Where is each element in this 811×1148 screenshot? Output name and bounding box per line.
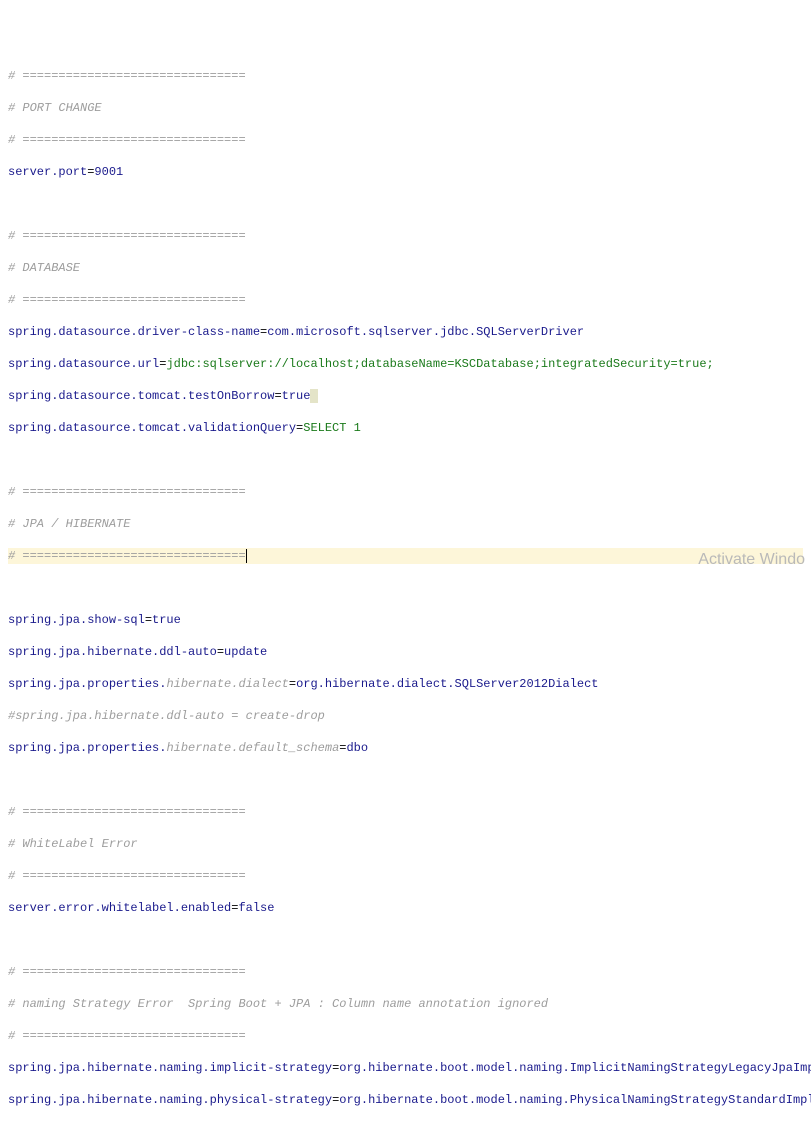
- comment-title-naming: # naming Strategy Error Spring Boot + JP…: [8, 997, 548, 1011]
- prop-key: spring.jpa.hibernate.naming.physical-str…: [8, 1093, 332, 1107]
- prop-value: com.microsoft.sqlserver.jdbc.SQLServerDr…: [267, 325, 584, 339]
- prop-hibernate-dialect[interactable]: spring.jpa.properties.hibernate.dialect=…: [8, 676, 803, 692]
- prop-key: spring.datasource.driver-class-name: [8, 325, 260, 339]
- prop-naming-physical[interactable]: spring.jpa.hibernate.naming.physical-str…: [8, 1092, 803, 1108]
- prop-driver-class[interactable]: spring.datasource.driver-class-name=com.…: [8, 324, 803, 340]
- prop-value: false: [238, 901, 274, 915]
- prop-key: server.port: [8, 165, 87, 179]
- text-cursor: [246, 549, 247, 563]
- prop-value: update: [224, 645, 267, 659]
- equals-sign: =: [332, 1061, 339, 1075]
- comment-sep: # ===============================: [8, 805, 246, 819]
- prop-key: spring.datasource.url: [8, 357, 159, 371]
- equals-sign: =: [217, 645, 224, 659]
- prop-value: true: [282, 389, 311, 403]
- comment-ddl-auto: #spring.jpa.hibernate.ddl-auto = create-…: [8, 709, 325, 723]
- comment-sep: # ===============================: [8, 293, 246, 307]
- prop-key: spring.jpa.hibernate.ddl-auto: [8, 645, 217, 659]
- windows-activation-watermark: Activate Windo: [698, 552, 805, 568]
- prop-key: spring.jpa.hibernate.naming.implicit-str…: [8, 1061, 332, 1075]
- equals-sign: =: [339, 741, 346, 755]
- comment-title-jpa: # JPA / HIBERNATE: [8, 517, 130, 531]
- comment-sep: # ===============================: [8, 549, 246, 563]
- prop-value: org.hibernate.boot.model.naming.Implicit…: [339, 1061, 811, 1075]
- comment-sep: # ===============================: [8, 69, 246, 83]
- prop-value: true: [152, 613, 181, 627]
- comment-sep: # ===============================: [8, 869, 246, 883]
- prop-key: server.error.whitelabel.enabled: [8, 901, 231, 915]
- prop-datasource-url[interactable]: spring.datasource.url=jdbc:sqlserver://l…: [8, 356, 803, 372]
- prop-value: jdbc:sqlserver://localhost;databaseName=…: [166, 357, 713, 371]
- prop-key-italic: hibernate.dialect: [166, 677, 288, 691]
- equals-sign: =: [332, 1093, 339, 1107]
- comment-sep: # ===============================: [8, 133, 246, 147]
- prop-key: spring.jpa.properties.: [8, 677, 166, 691]
- prop-key: spring.datasource.tomcat.validationQuery: [8, 421, 296, 435]
- equals-sign: =: [274, 389, 281, 403]
- prop-validation-query[interactable]: spring.datasource.tomcat.validationQuery…: [8, 420, 803, 436]
- prop-value: org.hibernate.dialect.SQLServer2012Diale…: [296, 677, 598, 691]
- prop-show-sql[interactable]: spring.jpa.show-sql=true: [8, 612, 803, 628]
- prop-naming-implicit[interactable]: spring.jpa.hibernate.naming.implicit-str…: [8, 1060, 803, 1076]
- comment-title-database: # DATABASE: [8, 261, 80, 275]
- comment-sep: # ===============================: [8, 1029, 246, 1043]
- prop-key: spring.datasource.tomcat.testOnBorrow: [8, 389, 274, 403]
- comment-sep: # ===============================: [8, 485, 246, 499]
- prop-value: dbo: [346, 741, 368, 755]
- prop-value: 9001: [94, 165, 123, 179]
- equals-sign: =: [145, 613, 152, 627]
- prop-server-port[interactable]: server.port=9001: [8, 164, 803, 180]
- prop-key: spring.jpa.show-sql: [8, 613, 145, 627]
- comment-sep: # ===============================: [8, 965, 246, 979]
- prop-whitelabel-enabled[interactable]: server.error.whitelabel.enabled=false: [8, 900, 803, 916]
- comment-title-port: # PORT CHANGE: [8, 101, 102, 115]
- prop-value: org.hibernate.boot.model.naming.Physical…: [339, 1093, 811, 1107]
- prop-default-schema[interactable]: spring.jpa.properties.hibernate.default_…: [8, 740, 803, 756]
- current-line[interactable]: # ===============================: [8, 548, 803, 564]
- comment-title-whitelabel: # WhiteLabel Error: [8, 837, 138, 851]
- prop-key: spring.jpa.properties.: [8, 741, 166, 755]
- comment-sep: # ===============================: [8, 229, 246, 243]
- prop-test-on-borrow[interactable]: spring.datasource.tomcat.testOnBorrow=tr…: [8, 388, 803, 404]
- prop-ddl-auto[interactable]: spring.jpa.hibernate.ddl-auto=update: [8, 644, 803, 660]
- prop-key-italic: hibernate.default_schema: [166, 741, 339, 755]
- equals-sign: =: [231, 901, 238, 915]
- prop-value: SELECT 1: [303, 421, 361, 435]
- equals-sign: =: [289, 677, 296, 691]
